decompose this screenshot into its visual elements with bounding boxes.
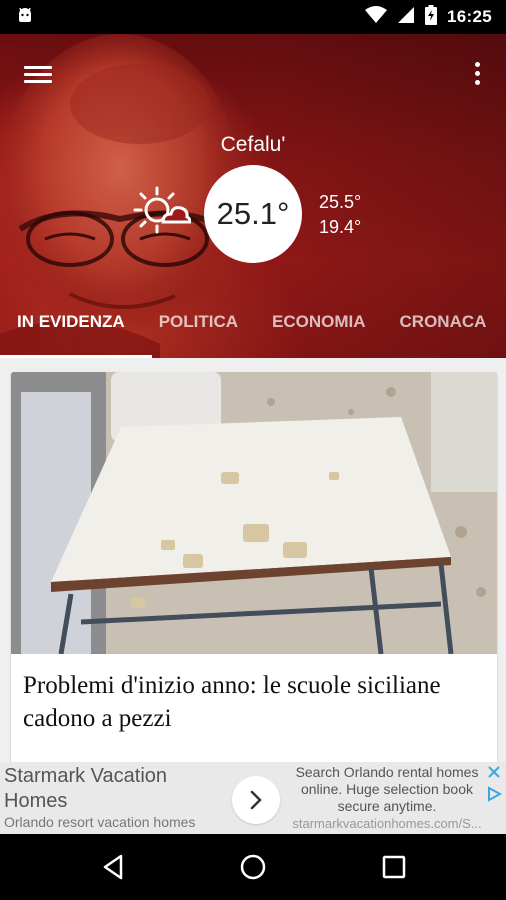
tab-economia[interactable]: ECONOMIA — [255, 310, 383, 358]
article-title[interactable]: Problemi d'inizio anno: le scuole sicili… — [23, 669, 485, 735]
ad-banner[interactable]: Starmark Vacation Homes Orlando resort v… — [0, 762, 506, 834]
high-temperature: 25.5° — [319, 192, 362, 212]
chevron-right-icon — [250, 790, 262, 810]
status-bar: 16:25 — [0, 0, 506, 34]
ad-open-button[interactable] — [232, 776, 280, 824]
ad-subline: Orlando resort vacation homes — [4, 814, 196, 830]
current-temperature[interactable]: 25.1° — [204, 165, 302, 263]
home-icon[interactable] — [238, 852, 268, 882]
wifi-icon — [365, 6, 388, 28]
tab-cronaca[interactable]: CRONACA — [383, 310, 504, 358]
hero-header: Cefalu' 25.1° 25.5° 19.4° IN EVIDENZA PO… — [0, 34, 506, 358]
recents-icon[interactable] — [379, 852, 409, 882]
ad-url: starmarkvacationhomes.com/S... — [292, 816, 482, 831]
close-icon[interactable] — [487, 765, 501, 779]
cellular-signal-icon — [397, 6, 415, 28]
ad-body-text: Search Orlando rental homes online. Huge… — [295, 764, 479, 814]
ad-left[interactable]: Starmark Vacation Homes Orlando resort v… — [4, 764, 224, 830]
android-robot-icon — [16, 6, 34, 28]
news-feed: Problemi d'inizio anno: le scuole sicili… — [0, 358, 506, 762]
status-time: 16:25 — [447, 7, 492, 26]
partly-cloudy-sun-icon — [133, 186, 191, 234]
ad-headline[interactable]: Starmark Vacation Homes — [4, 764, 224, 814]
temperature-range: 25.5° 19.4° — [319, 190, 361, 240]
weather-city: Cefalu' — [220, 133, 286, 156]
tab-politica[interactable]: POLITICA — [142, 310, 255, 358]
ad-choices-icon[interactable] — [486, 786, 502, 802]
more-vertical-icon[interactable] — [470, 62, 484, 90]
article-image — [11, 372, 497, 654]
category-tabs: IN EVIDENZA POLITICA ECONOMIA CRONACA — [0, 310, 506, 358]
tab-in-evidenza[interactable]: IN EVIDENZA — [0, 310, 142, 358]
low-temperature: 19.4° — [319, 217, 362, 237]
system-nav-bar — [0, 834, 506, 900]
battery-charging-icon — [425, 5, 438, 29]
article-card[interactable]: Problemi d'inizio anno: le scuole sicili… — [11, 372, 497, 762]
ad-body[interactable]: Search Orlando rental homes online. Huge… — [284, 764, 490, 832]
back-icon[interactable] — [99, 852, 129, 882]
hamburger-menu-icon[interactable] — [24, 62, 54, 88]
